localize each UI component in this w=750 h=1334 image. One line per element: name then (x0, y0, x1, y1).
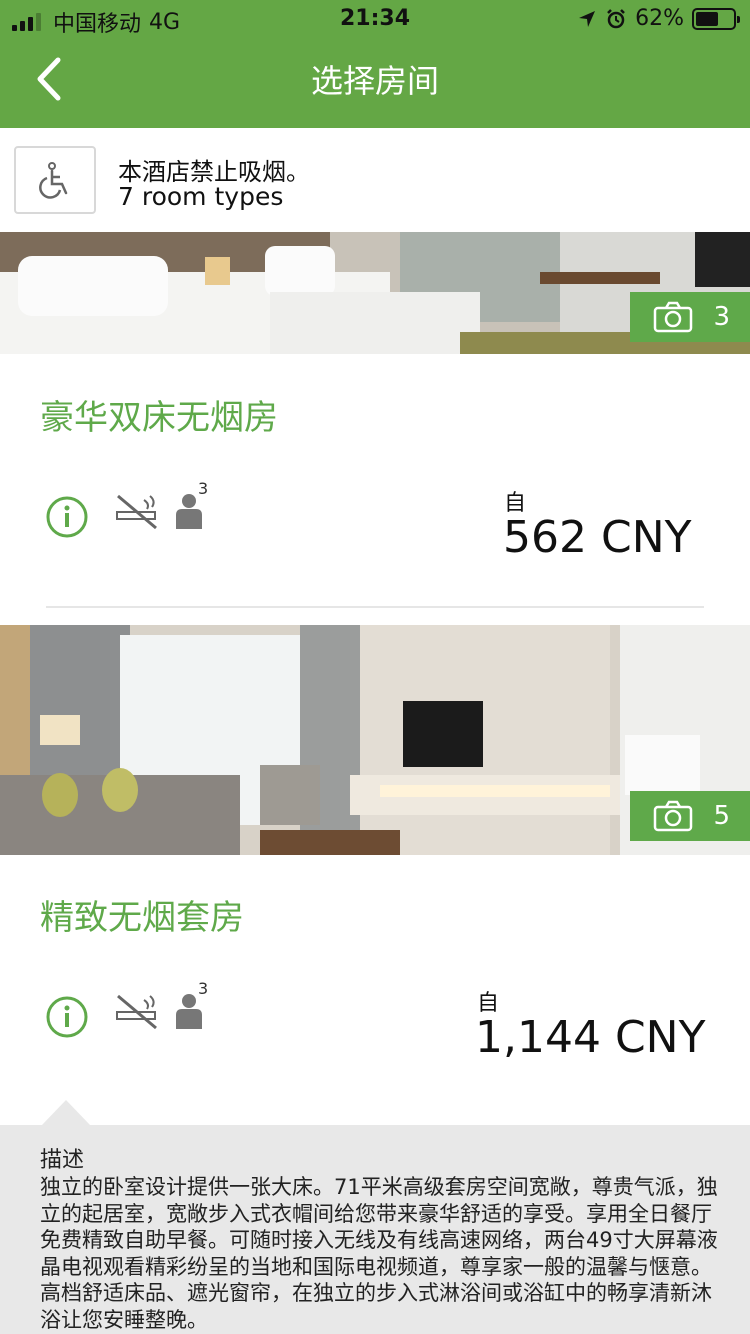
room-photo-1[interactable]: 3 (0, 232, 750, 354)
battery-percent: 62% (635, 6, 684, 31)
description-body: 独立的卧室设计提供一张大床。71平米高级套房空间宽敞，尊贵气派，独立的起居室，宽… (40, 1175, 718, 1332)
max-occupancy: 3 (198, 479, 209, 498)
person-icon (176, 994, 202, 1029)
room-photo-2[interactable]: 5 (0, 625, 750, 855)
photo-count: 5 (713, 801, 730, 831)
room-name[interactable]: 豪华双床无烟房 (40, 390, 278, 439)
page-title: 选择房间 (310, 62, 439, 100)
status-bar: 中国移动 4G 21:34 62% (0, 0, 750, 40)
description-title: 描述 (40, 1148, 85, 1173)
room-name[interactable]: 精致无烟套房 (40, 890, 244, 939)
no-smoking-icon (116, 494, 157, 530)
alarm-icon (607, 8, 625, 28)
photo-count-badge-2[interactable]: 5 (630, 791, 750, 841)
photo-count-badge-1[interactable]: 3 (630, 292, 750, 342)
battery-fill (696, 11, 719, 26)
status-right: 62% (577, 6, 740, 31)
info-icon[interactable] (46, 996, 88, 1038)
photo-count: 3 (713, 302, 730, 332)
divider (46, 606, 704, 608)
battery-icon (692, 7, 740, 30)
location-arrow-icon (579, 10, 596, 27)
room-price: 1,144 CNY (475, 1012, 706, 1063)
person-icon (176, 494, 202, 529)
wheelchair-icon (39, 162, 68, 199)
max-occupancy: 3 (198, 979, 209, 998)
room-types-count: 7 room types (118, 182, 284, 211)
hotel-info-bar: 本酒店禁止吸烟。 7 room types (0, 128, 750, 232)
top-bar: 中国移动 4G 21:34 62% 选择房间 (0, 0, 750, 128)
no-smoking-icon (116, 994, 157, 1030)
camera-icon (654, 301, 693, 333)
room-price: 562 CNY (503, 512, 692, 563)
description-pointer (42, 1100, 90, 1125)
info-icon[interactable] (46, 496, 88, 538)
accessibility-badge (14, 146, 96, 214)
camera-icon (654, 800, 693, 832)
